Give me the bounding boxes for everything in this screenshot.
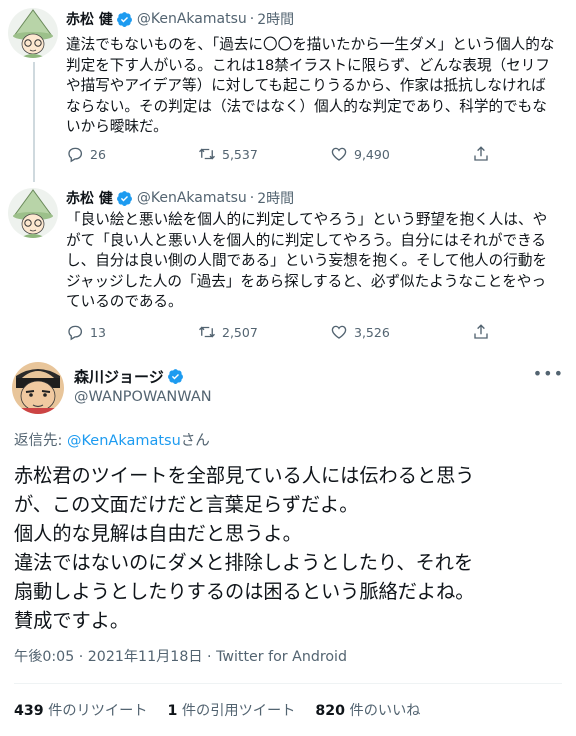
text-line: 扇動しようとしたりするのは困るという脈絡だよね。	[14, 580, 475, 603]
text-line: 判定を下す人がいる。これは18禁イラストに限らず、どんな表現（セリフ	[66, 56, 550, 74]
retweet-icon	[199, 326, 215, 338]
divider	[14, 683, 562, 684]
like-count: 3,526	[354, 324, 390, 340]
retweet-count: 2,507	[222, 324, 258, 340]
stat-count: 820	[315, 703, 345, 719]
text-line: いから曖昧だ。	[66, 118, 168, 135]
author-name[interactable]: 赤松 健	[66, 188, 113, 208]
text-line: し、自分は良い側の人間である」という妄想を抱く。そして他人の行動を	[66, 252, 548, 269]
text-line: が、この文面だけだと言葉足らずだよ。	[14, 493, 359, 516]
retweet-button[interactable]: 2,507	[198, 323, 330, 341]
thread-tweet-2[interactable]: 赤松 健 @KenAkamatsu · 2時間 「良い絵と悪い絵を個人的に判定し…	[0, 182, 576, 352]
tweet-text: 「良い絵と悪い絵を個人的に判定してやろう」という野望を抱く人は、や がて「良い人…	[66, 210, 566, 313]
reply-icon	[68, 147, 83, 163]
author-handle[interactable]: @WANPOWANWAN	[74, 389, 212, 405]
text-line: 違法でもないものを、「過去に〇〇を描いたから一生ダメ」という個人的な	[66, 36, 555, 53]
avatar[interactable]	[8, 188, 58, 238]
reply-to-suffix: さん	[180, 433, 210, 449]
retweet-count: 5,537	[222, 146, 258, 162]
tweet-time[interactable]: 2時間	[257, 188, 294, 208]
text-line: がて「良い人と悪い人を個人的に判定してやろう。自分にはそれができる	[66, 231, 546, 249]
share-icon	[474, 146, 488, 161]
like-count: 9,490	[354, 146, 390, 162]
text-line: 「良い絵と悪い絵を個人的に判定してやろう」という野望を抱く人は、や	[66, 211, 548, 228]
like-stat[interactable]: 820 件のいいね	[315, 700, 420, 720]
engagement-stats: 439 件のリツイート 1 件の引用ツイート 820 件のいいね	[14, 700, 420, 720]
thread-tweet-1[interactable]: 赤松 健 @KenAkamatsu · 2時間 違法でもないものを、「過去に〇〇…	[0, 0, 576, 182]
text-line: ジャッジした人の「過去」をあら探しすると、必ず似たようなことをやっ	[66, 272, 546, 290]
reply-to: 返信先: @KenAkamatsuさん	[14, 429, 210, 450]
text-line: 赤松君のツイートを全部見ている人には伝わると思う	[14, 464, 475, 487]
verified-badge-icon	[116, 190, 132, 206]
tweet-text: 違法でもないものを、「過去に〇〇を描いたから一生ダメ」という個人的な 判定を下す…	[66, 35, 566, 138]
author-handle[interactable]: @KenAkamatsu	[137, 190, 247, 206]
stat-count: 439	[14, 703, 44, 719]
main-author: 森川ジョージ	[74, 366, 188, 387]
share-button[interactable]	[472, 145, 490, 163]
text-line: 違法ではないのにダメと排除しようとしたり、それを	[14, 551, 474, 574]
main-tweet-text: 赤松君のツイートを全部見ている人には伝わると思う が、この文面だけだと言葉足らず…	[14, 461, 570, 635]
main-avatar[interactable]	[12, 362, 64, 414]
reply-to-link[interactable]: @KenAkamatsu	[67, 433, 181, 449]
quote-stat[interactable]: 1 件の引用ツイート	[167, 700, 295, 720]
tweet-time[interactable]: 2時間	[257, 9, 294, 29]
more-icon[interactable]: •••	[533, 364, 564, 383]
reply-count: 13	[90, 324, 106, 340]
retweet-button[interactable]: 5,537	[198, 145, 330, 163]
avatar[interactable]	[8, 8, 58, 58]
stat-label: 件のいいね	[349, 703, 421, 719]
tweet-timestamp[interactable]: 午後0:05 · 2021年11月18日 · Twitter for Andro…	[14, 646, 347, 666]
tweet-actions: 26 5,537 9,490	[66, 143, 506, 165]
stat-count: 1	[167, 703, 178, 719]
like-button[interactable]: 3,526	[330, 323, 462, 341]
author-name[interactable]: 赤松 健	[66, 9, 113, 29]
stat-label: 件の引用ツイート	[181, 703, 296, 719]
verified-badge-icon	[167, 369, 183, 384]
author-handle[interactable]: @KenAkamatsu	[137, 11, 247, 27]
text-line: ならない。その判定は（法ではなく）個人的な判定であり、科学的でもな	[66, 97, 547, 115]
like-button[interactable]: 9,490	[330, 145, 462, 163]
separator-dot: ·	[249, 11, 255, 27]
share-icon	[474, 324, 488, 339]
text-line: 個人的な見解は自由だと思うよ。	[14, 522, 302, 545]
stat-label: 件のリツイート	[48, 703, 148, 719]
verified-badge-icon	[116, 11, 132, 27]
separator-dot: ·	[249, 190, 255, 206]
reply-count: 26	[90, 146, 106, 162]
reply-to-prefix: 返信先:	[14, 433, 67, 449]
reply-button[interactable]: 26	[66, 145, 198, 163]
reply-icon	[68, 325, 83, 341]
share-button[interactable]	[472, 323, 490, 341]
like-icon	[331, 147, 347, 161]
retweet-icon	[199, 148, 215, 160]
text-line: ているのである。	[66, 293, 183, 310]
author-name[interactable]: 森川ジョージ	[74, 366, 164, 387]
text-line: や描写やアイデア等）に対しても起こりうるから、作家は抵抗しなければ	[66, 77, 546, 94]
reply-button[interactable]: 13	[66, 323, 198, 341]
text-line: 賛成ですよ。	[14, 609, 130, 632]
tweet-actions: 13 2,507 3,526	[66, 321, 506, 343]
retweet-stat[interactable]: 439 件のリツイート	[14, 700, 147, 720]
like-icon	[331, 325, 347, 339]
